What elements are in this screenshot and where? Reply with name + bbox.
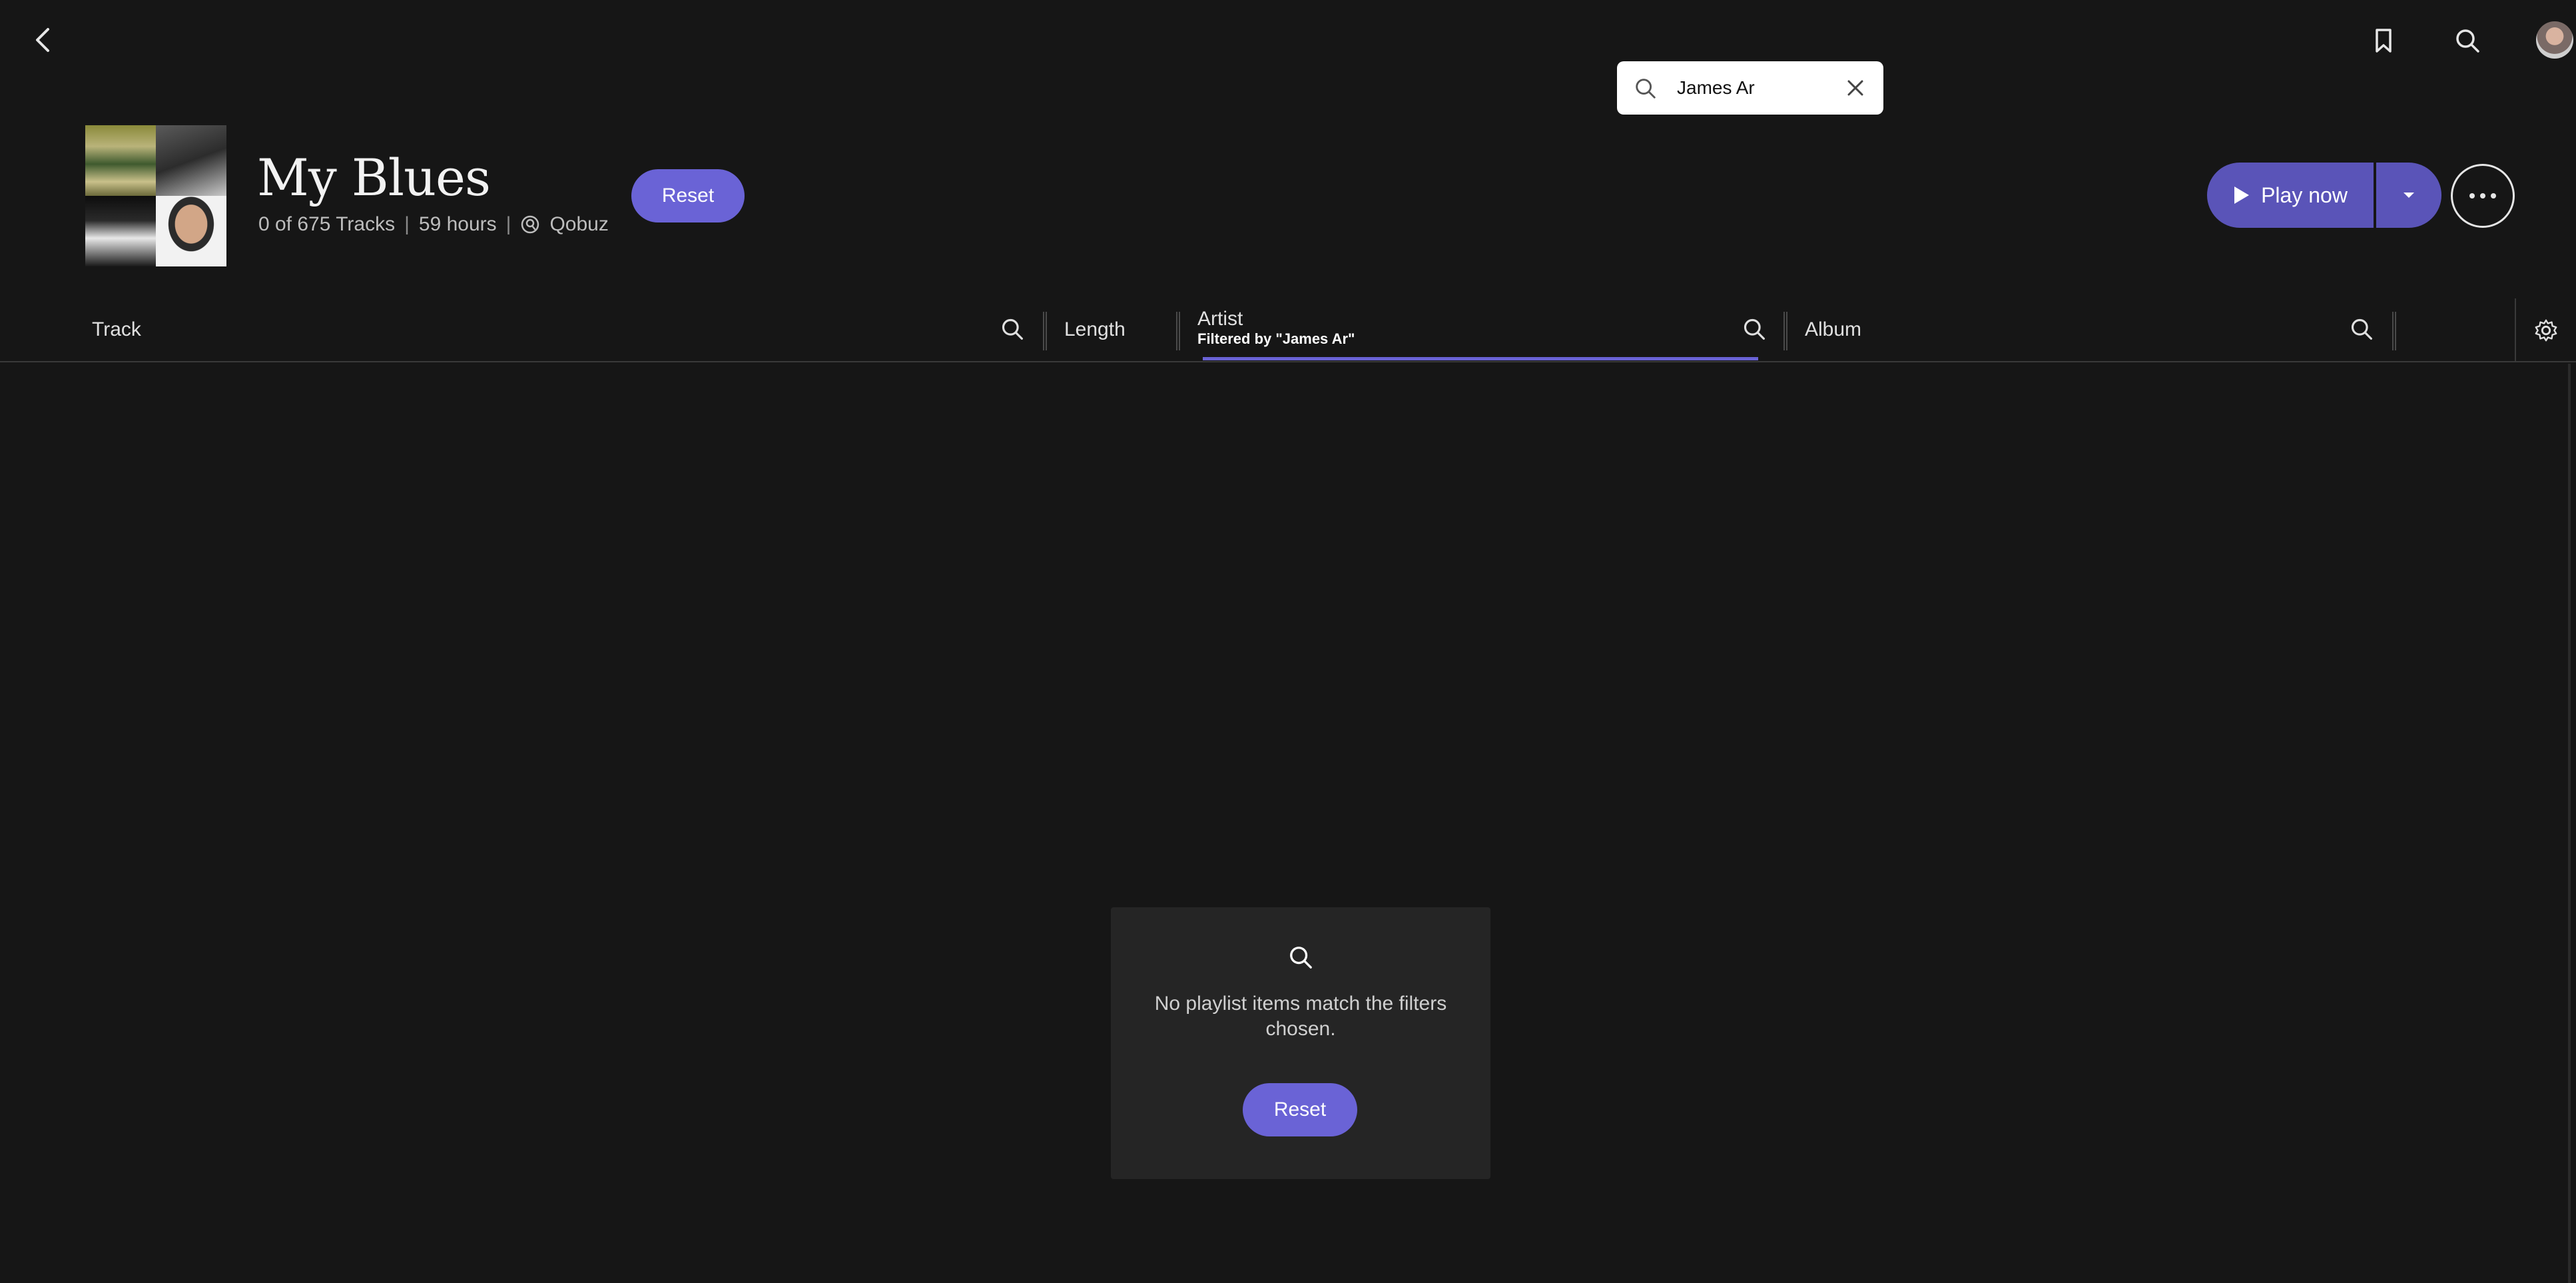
play-button-group: Play now (2207, 163, 2441, 228)
gear-icon (2535, 319, 2557, 342)
artist-search-popup (1617, 61, 1883, 115)
playlist-duration: 59 hours (418, 213, 497, 235)
search-icon (1002, 318, 1023, 340)
back-button[interactable] (27, 23, 59, 57)
artist-filter-label: Filtered by "James Ar" (1197, 330, 1355, 347)
empty-state-card: No playlist items match the filters chos… (1111, 907, 1490, 1179)
artist-filter-input[interactable] (1677, 73, 1837, 103)
more-options-button[interactable] (2451, 164, 2515, 228)
track-column-search[interactable] (1000, 317, 1024, 341)
column-artist[interactable]: Artist (1197, 308, 1243, 330)
play-icon (2234, 187, 2250, 204)
album-art-1 (85, 125, 156, 196)
column-resize-handle[interactable] (1783, 312, 1787, 350)
play-now-label: Play now (2261, 183, 2348, 207)
column-track[interactable]: Track (92, 318, 141, 341)
avatar[interactable] (2536, 21, 2573, 59)
album-column-search[interactable] (2350, 317, 2374, 341)
track-count: 0 of 675 Tracks (258, 213, 396, 235)
column-length[interactable]: Length (1064, 318, 1126, 341)
column-resize-handle[interactable] (1043, 312, 1047, 350)
chevron-left-icon (36, 28, 49, 52)
more-horizontal-icon (2469, 193, 2496, 199)
play-now-button[interactable]: Play now (2207, 163, 2374, 228)
empty-state-reset-button[interactable]: Reset (1243, 1083, 1357, 1136)
column-resize-handle[interactable] (1176, 312, 1180, 350)
album-art-4 (156, 196, 226, 266)
search-icon (1744, 318, 1765, 340)
bookmark-button[interactable] (2367, 24, 2400, 57)
play-options-dropdown[interactable] (2376, 163, 2441, 228)
column-album[interactable]: Album (1805, 318, 1861, 341)
search-icon (2351, 318, 2372, 340)
global-search-button[interactable] (2451, 24, 2484, 57)
qobuz-icon (521, 215, 539, 234)
column-resize-handle[interactable] (2392, 312, 2396, 350)
empty-state-message: No playlist items match the filters chos… (1154, 993, 1447, 1040)
album-art-3 (85, 196, 156, 266)
close-icon (1847, 80, 1863, 96)
artist-column-search[interactable] (1742, 317, 1766, 341)
playlist-title: My Blues (257, 148, 491, 207)
clear-search-button[interactable] (1843, 76, 1867, 100)
playlist-meta: 0 of 675 Tracks | 59 hours | Qobuz (258, 213, 609, 236)
list-scrollbar[interactable] (2568, 364, 2571, 1283)
meta-divider: | (404, 213, 410, 235)
playlist-cover-mosaic (85, 125, 226, 266)
column-settings-button[interactable] (2515, 298, 2576, 362)
search-icon (2456, 29, 2479, 53)
album-art-2 (156, 125, 226, 196)
reset-filters-button[interactable]: Reset (631, 169, 745, 222)
search-icon (1290, 947, 1312, 969)
active-filter-indicator (1203, 357, 1758, 360)
search-icon (1636, 79, 1656, 99)
playlist-source: Qobuz (549, 213, 609, 235)
bookmark-icon (2376, 29, 2392, 53)
meta-divider: | (505, 213, 511, 235)
caret-down-icon (2404, 193, 2414, 198)
